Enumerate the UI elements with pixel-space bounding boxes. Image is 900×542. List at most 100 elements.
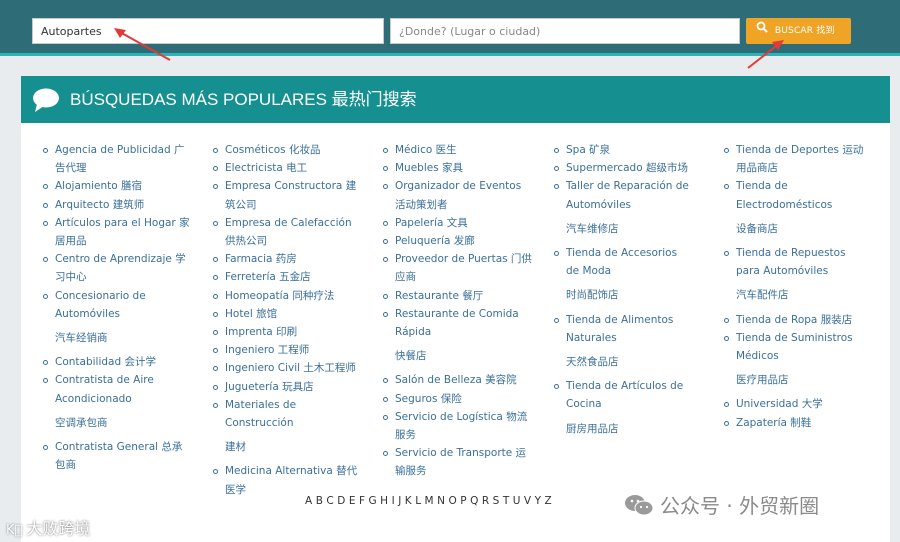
category-link[interactable]: Agencia de Publicidad 广告代理	[41, 141, 191, 177]
alphabet-letter-link[interactable]: G	[369, 495, 379, 507]
category-column-2: Cosméticos 化妆品 Electricista 电工 Empresa Con…	[211, 141, 361, 499]
category-link[interactable]: Alojamiento 膳宿	[41, 177, 191, 195]
category-link[interactable]: Materiales de Construcción	[211, 396, 361, 432]
category-link-subtitle[interactable]: 汽车维修店	[552, 220, 692, 238]
category-link[interactable]: Salón de Belleza 美容院	[381, 371, 533, 389]
alphabet-letter-link[interactable]: Z	[545, 495, 554, 507]
category-link-subtitle[interactable]: 汽车经销商	[41, 329, 191, 347]
category-link[interactable]: Tienda de Alimentos Naturales	[552, 311, 692, 347]
category-link[interactable]: Medicina Alternativa 替代医学	[211, 462, 361, 498]
alphabet-letter-link[interactable]: V	[524, 495, 533, 507]
alphabet-letter-link[interactable]: O	[448, 495, 458, 507]
alphabet-letter-link[interactable]: U	[513, 495, 522, 507]
category-link-subtitle[interactable]: 医疗用品店	[722, 371, 870, 389]
category-link[interactable]: Contabilidad 会计学	[41, 353, 191, 371]
alphabet-letter-link[interactable]: D	[337, 495, 347, 507]
alphabet-letter-link[interactable]: P	[460, 495, 468, 507]
alphabet-letter-link[interactable]: C	[326, 495, 335, 507]
alphabet-letter-link[interactable]: J	[398, 495, 403, 507]
category-link-subtitle[interactable]: 厨房用品店	[552, 420, 692, 438]
alphabet-letter-link[interactable]: H	[380, 495, 389, 507]
category-link[interactable]: Homeopatía 同种疗法	[211, 287, 361, 305]
category-link[interactable]: Servicio de Transporte 运输服务	[381, 444, 533, 480]
category-link-subtitle[interactable]: 天然食品店	[552, 353, 692, 371]
category-link[interactable]: Universidad 大学	[722, 395, 870, 413]
alphabet-letter-link[interactable]: B	[316, 495, 325, 507]
category-link[interactable]: Tienda de Electrodomésticos	[722, 177, 870, 213]
category-link[interactable]: Médico 医生	[381, 141, 533, 159]
category-link[interactable]: Taller de Reparación de Automóviles	[552, 177, 692, 213]
alphabet-letter-link[interactable]: E	[349, 495, 357, 507]
alphabet-letter-link[interactable]: N	[437, 495, 446, 507]
panel-header: BÚSQUEDAS MÁS POPULARES 最热门搜索	[21, 76, 890, 123]
wechat-icon	[624, 493, 654, 522]
category-link[interactable]: Electricista 电工	[211, 159, 361, 177]
watermark-left-logo-icon: K⃝	[6, 523, 23, 538]
category-link[interactable]: Ferretería 五金店	[211, 268, 361, 286]
category-link[interactable]: Juguetería 玩具店	[211, 378, 361, 396]
category-column-1: Agencia de Publicidad 广告代理 Alojamiento 膳宿…	[41, 141, 191, 474]
category-link[interactable]: Tienda de Artículos de Cocina	[552, 377, 692, 413]
search-button-label: BUSCAR 找到	[774, 26, 835, 36]
category-link[interactable]: Ingeniero 工程师	[211, 341, 361, 359]
watermark-wechat: 公众号 · 外贸新圈	[624, 490, 819, 522]
alphabet-letter-link[interactable]: M	[425, 495, 436, 507]
alphabet-index: ABCDEFGHIJKLMNOPQRSTUVYZ	[305, 495, 555, 507]
category-link[interactable]: Arquitecto 建筑师	[41, 196, 191, 214]
category-link[interactable]: Restaurante de Comida Rápida	[381, 305, 533, 341]
category-link[interactable]: Spa 矿泉	[552, 141, 692, 159]
category-link-subtitle[interactable]: 汽车配件店	[722, 286, 870, 304]
category-link[interactable]: Proveedor de Puertas 门供应商	[381, 250, 533, 286]
alphabet-letter-link[interactable]: T	[503, 495, 511, 507]
category-link[interactable]: Centro de Aprendizaje 学习中心	[41, 250, 191, 286]
alphabet-letter-link[interactable]: Y	[535, 495, 543, 507]
category-link-subtitle[interactable]: 建材	[211, 438, 361, 456]
where-location-input[interactable]: ¿Donde? (Lugar o ciudad)	[390, 18, 740, 44]
category-link[interactable]: Zapatería 制鞋	[722, 414, 870, 432]
alphabet-letter-link[interactable]: R	[482, 495, 491, 507]
chat-bubble-icon	[31, 87, 61, 117]
category-link-subtitle[interactable]: 设备商店	[722, 220, 870, 238]
category-link[interactable]: Farmacia 药房	[211, 250, 361, 268]
category-link[interactable]: Tienda de Deportes 运动用品商店	[722, 141, 870, 177]
alphabet-letter-link[interactable]: K	[405, 495, 413, 507]
category-link[interactable]: Muebles 家具	[381, 159, 533, 177]
category-link[interactable]: Ingeniero Civil 土木工程师	[211, 359, 361, 377]
annotation-arrow-right	[747, 40, 784, 69]
category-link[interactable]: Hotel 旅馆	[211, 305, 361, 323]
category-link[interactable]: Tienda de Accesorios de Moda	[552, 244, 692, 280]
category-link[interactable]: Peluquería 发廊	[381, 232, 533, 250]
alphabet-letter-link[interactable]: I	[392, 495, 397, 507]
category-link[interactable]: Tienda de Suministros Médicos	[722, 329, 870, 365]
what-search-input[interactable]: Autopartes	[32, 18, 384, 44]
watermark-right-text: 公众号 · 外贸新圈	[660, 494, 820, 518]
category-link[interactable]: Restaurante 餐厅	[381, 287, 533, 305]
panel-title: BÚSQUEDAS MÁS POPULARES 最热门搜索	[70, 90, 417, 109]
category-link[interactable]: Organizador de Eventos 活动策划者	[381, 177, 533, 213]
category-link-subtitle[interactable]: 空调承包商	[41, 414, 191, 432]
annotation-arrow-left	[114, 28, 171, 61]
category-link[interactable]: Supermercado 超级市场	[552, 159, 692, 177]
category-link[interactable]: Papelería 文具	[381, 214, 533, 232]
watermark-left-text: 大败跨境	[26, 519, 91, 538]
category-link[interactable]: Cosméticos 化妆品	[211, 141, 361, 159]
category-link[interactable]: Tienda de Ropa 服装店	[722, 311, 870, 329]
category-link[interactable]: Contratista de Aire Acondicionado	[41, 371, 191, 407]
alphabet-letter-link[interactable]: L	[415, 495, 422, 507]
alphabet-letter-link[interactable]: Q	[470, 495, 480, 507]
category-link[interactable]: Contratista General 总承包商	[41, 438, 191, 474]
category-link-subtitle[interactable]: 快餐店	[381, 347, 533, 365]
category-link-subtitle[interactable]: 时尚配饰店	[552, 286, 692, 304]
category-link[interactable]: Servicio de Logística 物流服务	[381, 408, 533, 444]
category-link[interactable]: Empresa Constructora 建筑公司	[211, 177, 361, 213]
watermark-left: K⃝ 大败跨境	[6, 515, 90, 539]
category-link[interactable]: Seguros 保险	[381, 390, 533, 408]
category-link[interactable]: Tienda de Repuestos para Automóviles	[722, 244, 870, 280]
category-link[interactable]: Imprenta 印刷	[211, 323, 361, 341]
category-link[interactable]: Artículos para el Hogar 家居用品	[41, 214, 191, 250]
alphabet-letter-link[interactable]: S	[493, 495, 501, 507]
alphabet-letter-link[interactable]: A	[305, 495, 314, 507]
category-link[interactable]: Empresa de Calefacción 供热公司	[211, 214, 361, 250]
category-link[interactable]: Concesionario de Automóviles	[41, 287, 191, 323]
alphabet-letter-link[interactable]: F	[359, 495, 367, 507]
